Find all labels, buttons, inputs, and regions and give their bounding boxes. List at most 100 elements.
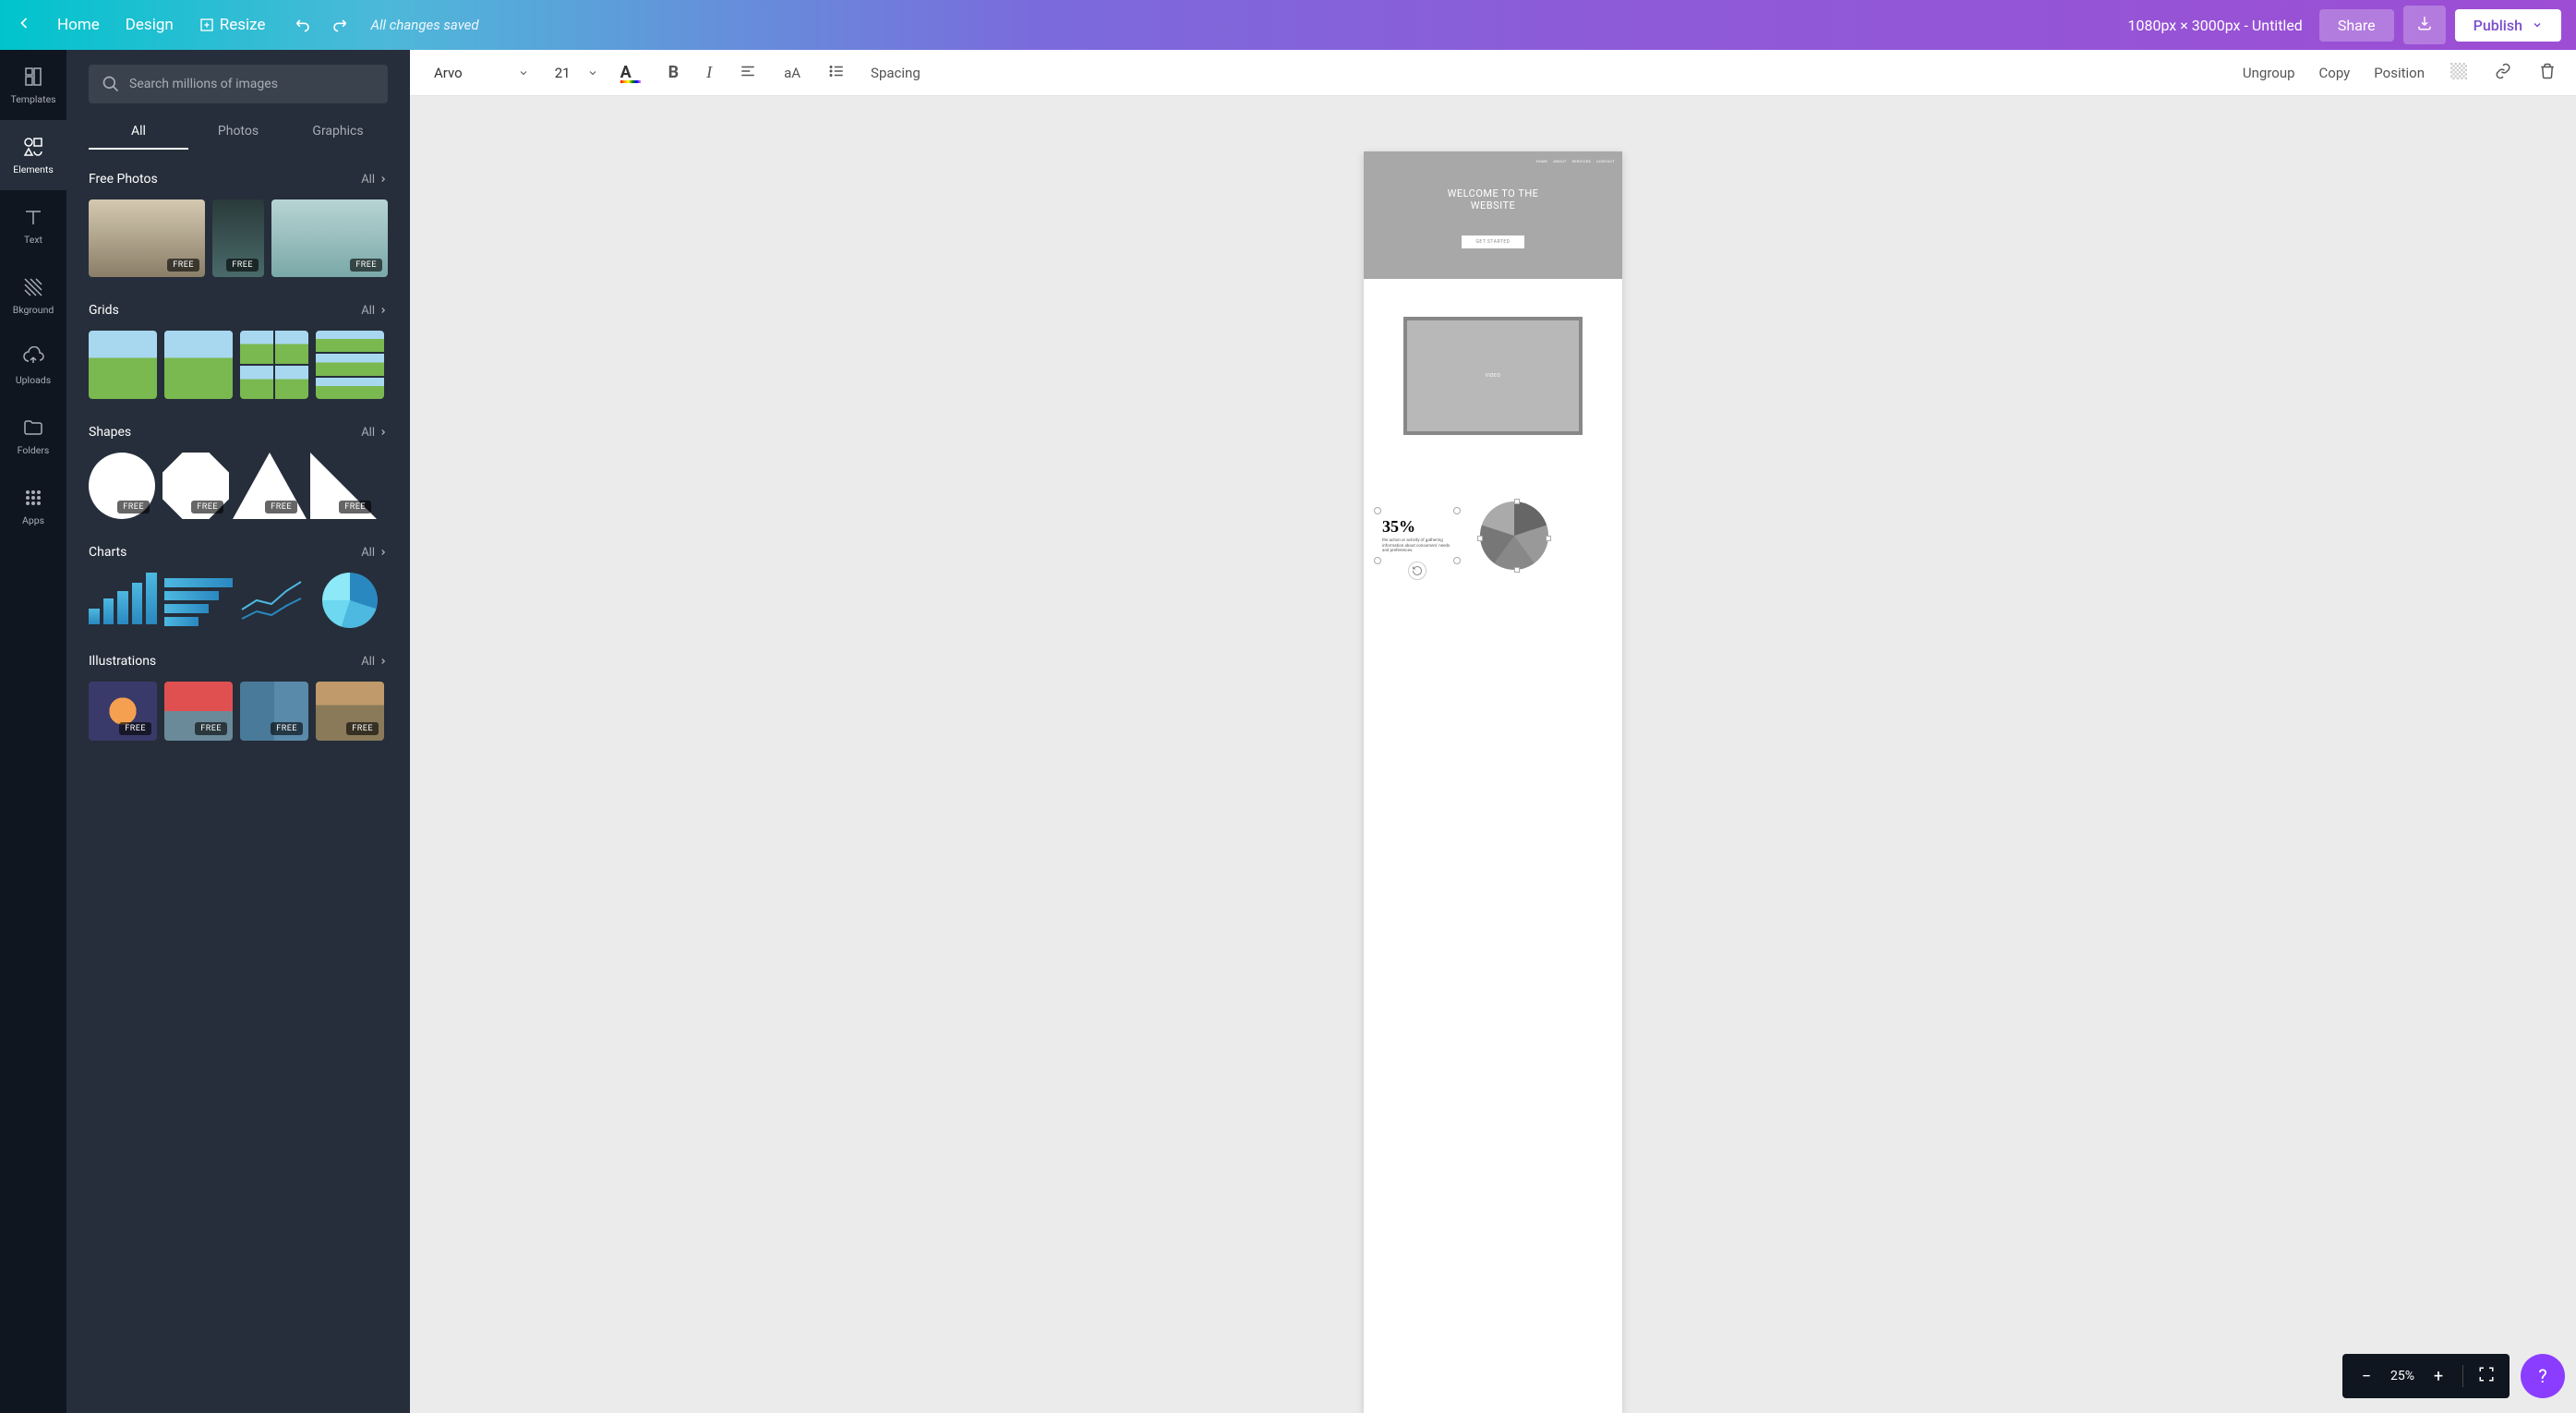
- shape-octagon[interactable]: FREE: [163, 453, 229, 519]
- font-name: Arvo: [434, 65, 463, 81]
- list-button[interactable]: [823, 57, 850, 89]
- resize-handle[interactable]: [1453, 507, 1461, 514]
- search-input[interactable]: [129, 77, 375, 91]
- tab-graphics[interactable]: Graphics: [288, 115, 388, 150]
- chart-hbar-thumb[interactable]: [164, 573, 233, 628]
- search-box[interactable]: [89, 65, 388, 103]
- section-all-link[interactable]: All: [361, 173, 388, 187]
- fullscreen-button[interactable]: [2478, 1366, 2495, 1386]
- photo-thumb[interactable]: FREE: [89, 199, 205, 277]
- publish-button[interactable]: Publish: [2455, 9, 2561, 42]
- free-badge: FREE: [339, 501, 371, 513]
- nav-about[interactable]: ABOUT: [1553, 159, 1566, 163]
- chevron-down-icon: [518, 67, 529, 78]
- zoom-value[interactable]: 25%: [2390, 1369, 2414, 1383]
- section-all-link[interactable]: All: [361, 426, 388, 440]
- text-color-button[interactable]: A: [615, 57, 646, 89]
- page-hero[interactable]: HOME ABOUT SERVICES CONTACT WELCOME TO T…: [1364, 151, 1622, 279]
- back-arrow-icon[interactable]: [15, 14, 33, 36]
- nav-home[interactable]: HOME: [1536, 159, 1548, 163]
- link-button[interactable]: [2489, 57, 2517, 89]
- video-placeholder[interactable]: VIDEO: [1403, 317, 1583, 435]
- grid-thumb-quad[interactable]: [240, 331, 308, 399]
- rail-folders[interactable]: Folders: [0, 401, 66, 471]
- resize-handle[interactable]: [1514, 499, 1520, 504]
- chart-bar-thumb[interactable]: [89, 573, 157, 628]
- grid-thumb-half[interactable]: [164, 331, 233, 399]
- free-badge: FREE: [350, 259, 382, 272]
- rail-elements[interactable]: Elements: [0, 120, 66, 190]
- ungroup-button[interactable]: Ungroup: [2239, 59, 2299, 87]
- design-page[interactable]: HOME ABOUT SERVICES CONTACT WELCOME TO T…: [1364, 151, 1622, 1413]
- spacing-button[interactable]: Spacing: [867, 59, 924, 87]
- undo-icon[interactable]: [295, 16, 313, 34]
- tab-all[interactable]: All: [89, 115, 188, 150]
- illustration-thumb[interactable]: FREE: [240, 682, 308, 741]
- chevron-right-icon: [379, 306, 388, 315]
- share-button[interactable]: Share: [2319, 9, 2394, 42]
- uppercase-button[interactable]: aA: [778, 59, 806, 87]
- chart-pie-thumb[interactable]: [316, 573, 384, 628]
- chart-line-thumb[interactable]: [240, 573, 308, 628]
- nav-services[interactable]: SERVICES: [1572, 159, 1591, 163]
- grid-thumb-rows[interactable]: [316, 331, 384, 399]
- bold-button[interactable]: B: [663, 57, 685, 88]
- document-title[interactable]: 1080px × 3000px - Untitled: [2127, 17, 2302, 34]
- rail-background[interactable]: Bkground: [0, 260, 66, 331]
- delete-button[interactable]: [2534, 57, 2561, 89]
- resize-handle[interactable]: [1477, 536, 1483, 541]
- tab-photos[interactable]: Photos: [188, 115, 288, 150]
- redo-icon[interactable]: [330, 16, 348, 34]
- grid-thumb-full[interactable]: [89, 331, 157, 399]
- resize-button[interactable]: Resize: [187, 8, 279, 42]
- font-select[interactable]: Arvo: [425, 59, 538, 87]
- shape-circle[interactable]: FREE: [89, 453, 155, 519]
- rail-text[interactable]: Text: [0, 190, 66, 260]
- search-icon: [102, 75, 120, 93]
- zoom-out-button[interactable]: −: [2357, 1367, 2376, 1386]
- illustration-thumb[interactable]: FREE: [164, 682, 233, 741]
- resize-handle[interactable]: [1546, 536, 1551, 541]
- resize-handle[interactable]: [1374, 507, 1381, 514]
- design-link[interactable]: Design: [113, 8, 187, 42]
- nav-contact[interactable]: CONTACT: [1596, 159, 1615, 163]
- font-size-select[interactable]: 21: [555, 65, 598, 81]
- section-all-link[interactable]: All: [361, 655, 388, 669]
- help-button[interactable]: ?: [2521, 1354, 2565, 1398]
- rail-uploads[interactable]: Uploads: [0, 331, 66, 401]
- position-button[interactable]: Position: [2370, 59, 2428, 87]
- welcome-heading[interactable]: WELCOME TO THE WEBSITE: [1371, 187, 1615, 211]
- transparency-button[interactable]: [2445, 57, 2473, 89]
- section-all-link[interactable]: All: [361, 546, 388, 560]
- rail-apps[interactable]: Apps: [0, 471, 66, 541]
- align-button[interactable]: [734, 57, 762, 89]
- free-badge: FREE: [195, 722, 227, 735]
- photo-thumb[interactable]: FREE: [271, 199, 388, 277]
- section-all-link[interactable]: All: [361, 304, 388, 318]
- stat-text-group[interactable]: 35% the action or activity of gathering …: [1382, 517, 1452, 555]
- canvas-area[interactable]: Page 1 HOME ABOUT SERVICES CONTACT WELCO…: [410, 96, 2576, 1413]
- free-badge: FREE: [265, 501, 297, 513]
- page-nav: HOME ABOUT SERVICES CONTACT: [1371, 159, 1615, 163]
- publish-label: Publish: [2474, 17, 2522, 34]
- pie-chart[interactable]: [1480, 501, 1548, 570]
- resize-handle[interactable]: [1453, 557, 1461, 564]
- resize-handle[interactable]: [1514, 567, 1520, 573]
- photo-thumb[interactable]: FREE: [212, 199, 264, 277]
- side-panel: All Photos Graphics Free Photos All FREE…: [66, 50, 410, 1413]
- save-status: All changes saved: [370, 17, 478, 33]
- download-button[interactable]: [2403, 6, 2446, 44]
- italic-button[interactable]: I: [701, 57, 717, 88]
- home-link[interactable]: Home: [44, 8, 113, 42]
- cta-button[interactable]: GET STARTED: [1462, 236, 1525, 248]
- copy-button[interactable]: Copy: [2316, 59, 2354, 87]
- illustration-thumb[interactable]: FREE: [316, 682, 384, 741]
- illustration-thumb[interactable]: FREE: [89, 682, 157, 741]
- section-title: Illustrations: [89, 654, 156, 669]
- rotate-handle[interactable]: [1408, 562, 1426, 580]
- zoom-in-button[interactable]: +: [2429, 1367, 2448, 1386]
- resize-handle[interactable]: [1374, 557, 1381, 564]
- shape-right-triangle[interactable]: FREE: [310, 453, 377, 519]
- shape-triangle[interactable]: FREE: [236, 453, 303, 519]
- rail-templates[interactable]: Templates: [0, 50, 66, 120]
